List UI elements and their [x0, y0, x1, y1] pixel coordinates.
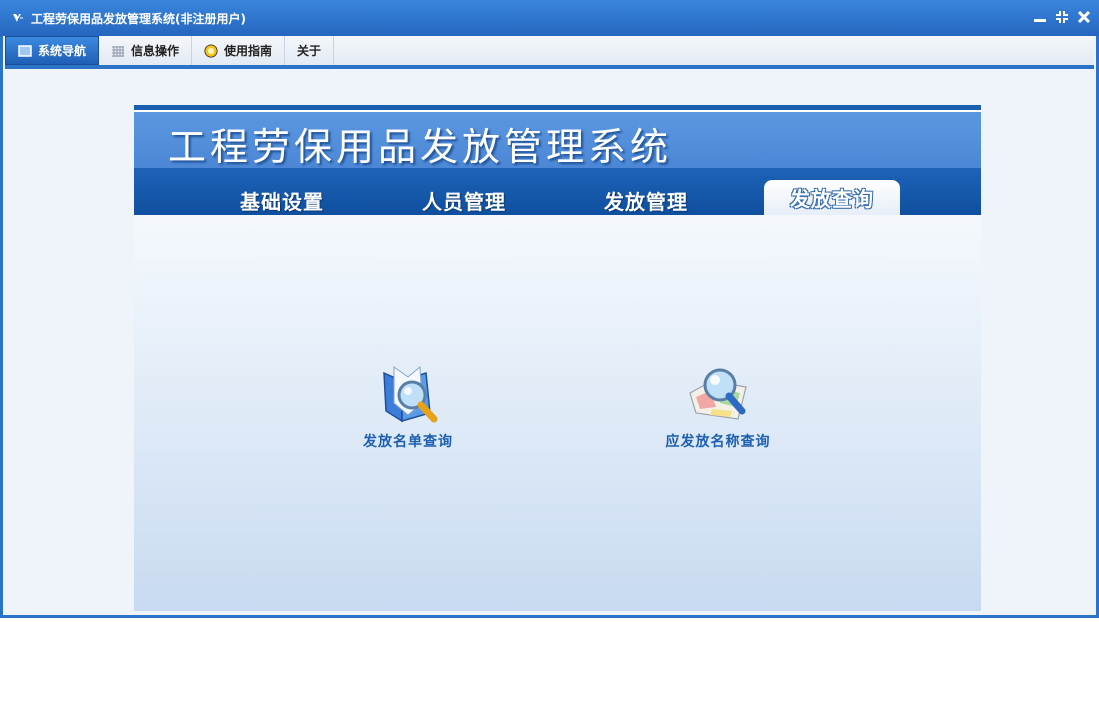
menu-bar: 系统导航 信息操作 使用指南 关于 [5, 36, 1094, 65]
distribution-list-query-button[interactable]: 发放名单查询 [338, 363, 478, 451]
main-panel: 工程劳保用品发放管理系统 基础设置 人员管理 发放管理 发放查询 发放名单查询 [134, 105, 981, 611]
feature-label: 应发放名称查询 [665, 434, 771, 450]
tab-label: 信息操作 [131, 44, 180, 58]
restore-icon[interactable] [1055, 9, 1069, 25]
grid-icon [111, 44, 125, 58]
window-controls [1033, 9, 1091, 25]
app-window: 工程劳保用品发放管理系统(非注册用户) 系统导航 信息操作 使用指南 关于 工程… [0, 0, 1099, 618]
required-distribution-name-query-button[interactable]: 应发放名称查询 [648, 363, 788, 451]
window-title: 工程劳保用品发放管理系统(非注册用户) [31, 11, 246, 26]
nav-distribution-management[interactable]: 发放管理 [578, 186, 714, 215]
tab-label: 系统导航 [38, 44, 87, 58]
tab-system-navigation[interactable]: 系统导航 [5, 36, 100, 65]
tab-about[interactable]: 关于 [285, 36, 335, 65]
tab-label: 关于 [297, 44, 322, 58]
menu-divider [5, 65, 1094, 69]
banner-title: 工程劳保用品发放管理系统 [168, 125, 673, 169]
tab-information-operation[interactable]: 信息操作 [99, 36, 193, 65]
banner-top-line [134, 105, 981, 110]
map-search-icon [689, 368, 747, 420]
title-bar: 工程劳保用品发放管理系统(非注册用户) [0, 0, 1099, 36]
monitor-icon [18, 44, 32, 58]
nav-personnel-management[interactable]: 人员管理 [396, 186, 532, 215]
minimize-icon[interactable] [1033, 9, 1047, 25]
tab-label: 使用指南 [224, 44, 273, 58]
main-nav: 基础设置 人员管理 发放管理 发放查询 [134, 168, 981, 215]
nav-distribution-query[interactable]: 发放查询 [764, 180, 900, 215]
feature-label: 发放名单查询 [363, 434, 453, 450]
book-search-icon [383, 365, 438, 423]
close-icon[interactable] [1077, 9, 1091, 25]
banner: 工程劳保用品发放管理系统 [134, 112, 981, 169]
tab-user-guide[interactable]: 使用指南 [192, 36, 286, 65]
nav-basic-settings[interactable]: 基础设置 [214, 186, 350, 215]
help-icon [204, 43, 218, 58]
app-logo-icon [11, 11, 25, 25]
